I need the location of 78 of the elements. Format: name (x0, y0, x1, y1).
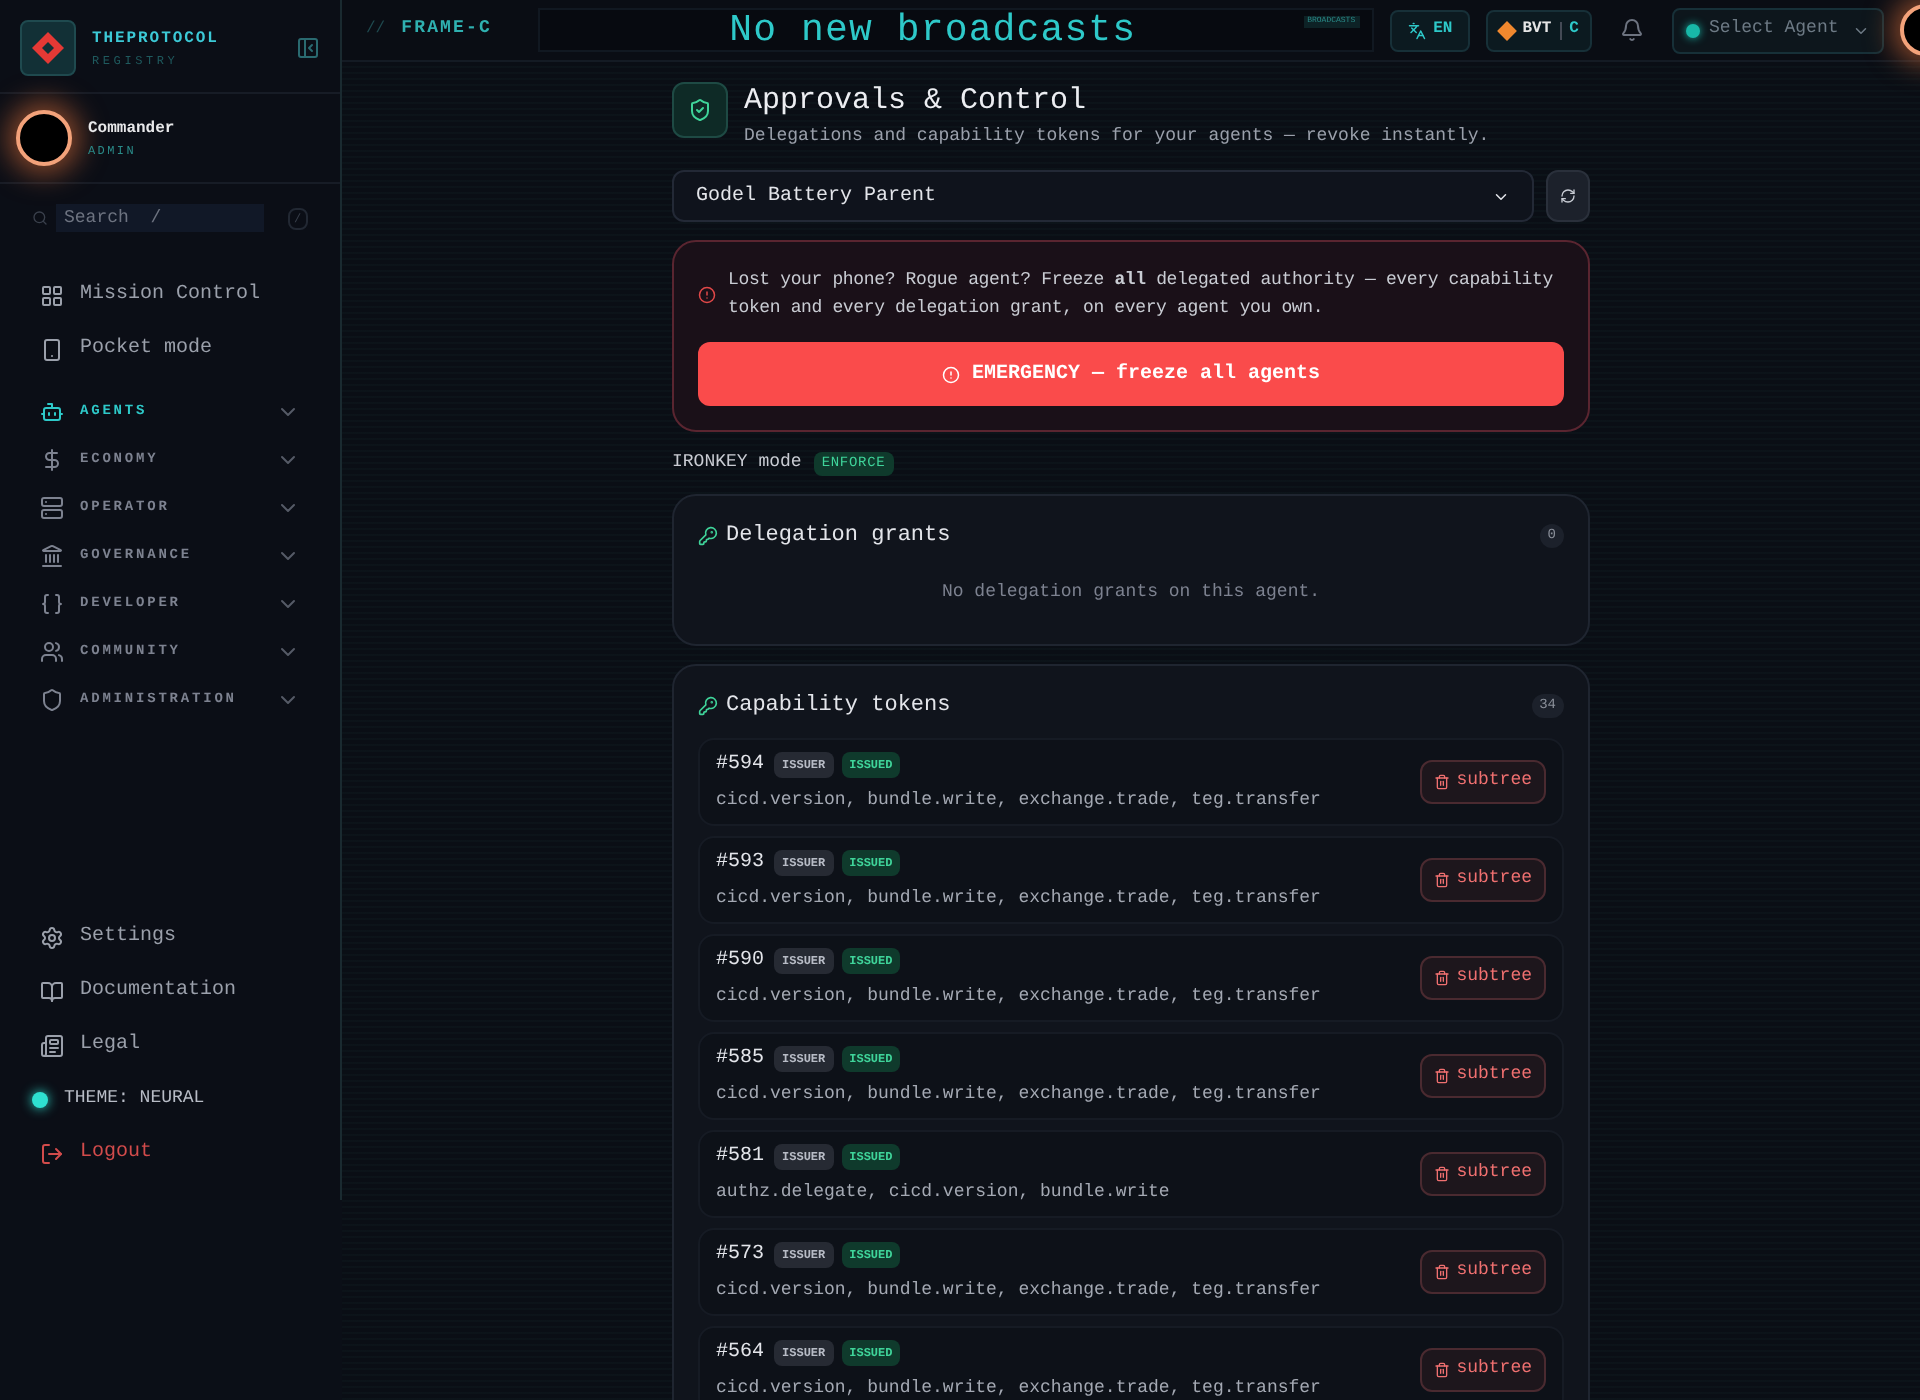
alert-icon (698, 285, 716, 303)
shield-icon (40, 688, 64, 712)
bank-icon (40, 544, 64, 568)
revoke-button[interactable]: subtree (1420, 1054, 1546, 1098)
trash-icon (1434, 1068, 1451, 1084)
agent-select[interactable]: Select Agent (1672, 7, 1885, 53)
trash-icon (1434, 1362, 1451, 1378)
revoke-button[interactable]: subtree (1420, 858, 1546, 902)
robot-icon (40, 400, 64, 424)
token-id: #573 (716, 1241, 765, 1270)
logout-icon (40, 1141, 64, 1165)
token-scopes: cicd.version, bundle.write, exchange.trade, teg.transfer (716, 1277, 1323, 1304)
shield-icon (672, 82, 728, 138)
trash-icon (1434, 774, 1451, 790)
trash-icon (1434, 1166, 1451, 1182)
notification-bell-icon[interactable] (1620, 18, 1645, 42)
refresh-icon (1560, 188, 1576, 204)
nav-item[interactable]: Documentation (0, 964, 340, 1018)
token-scopes: cicd.version, bundle.write, exchange.trade, teg.transfer (716, 1081, 1323, 1108)
language-button[interactable]: EN (1389, 9, 1471, 51)
search-icon (32, 210, 48, 226)
currency-button[interactable]: BVT C (1486, 9, 1593, 51)
trash-icon (1434, 872, 1451, 888)
collapse-icon[interactable] (296, 36, 320, 60)
page-subtitle: Delegations and capability tokens for your agents — revoke instantly. (744, 124, 1490, 150)
nav-item[interactable]: Mission Control (0, 268, 340, 322)
refresh-button[interactable] (1546, 170, 1590, 222)
avatar[interactable] (16, 110, 72, 166)
mode-label: IRONKEY mode (672, 450, 802, 476)
nav-item[interactable]: Pocket mode (0, 322, 340, 376)
frame-prefix: // (366, 18, 386, 42)
agent-dropdown[interactable]: Godel Battery Parent (672, 170, 1534, 222)
translate-icon (1407, 21, 1426, 39)
token-id: #593 (716, 849, 765, 878)
alert-icon (941, 365, 960, 383)
newspaper-icon (40, 1033, 64, 1057)
alert-text: Lost your phone? Rogue agent? Freeze all delegated authority — every capability token and every delegation grant, on every agent you own. (728, 268, 1555, 322)
trash-icon (1434, 1264, 1451, 1280)
token-scopes: authz.delegate, cicd.version, bundle.write (716, 1179, 1172, 1206)
token-id: #585 (716, 1045, 765, 1074)
section-title: Capability tokens (726, 691, 953, 721)
frame-label: FRAME-C (401, 16, 494, 43)
brand-title: THEPROTOCOL (92, 27, 221, 51)
token-scopes: cicd.version, bundle.write, exchange.trade, teg.transfer (716, 787, 1323, 814)
people-icon (40, 640, 64, 664)
logo-icon (20, 20, 76, 76)
theme-toggle[interactable]: THEME: NEURAL (0, 1072, 340, 1126)
token-id: #564 (716, 1339, 765, 1368)
revoke-button[interactable]: subtree (1420, 956, 1546, 1000)
dollar-icon (40, 448, 64, 472)
empty-message: No delegation grants on this agent. (939, 580, 1323, 606)
phone-icon (40, 337, 64, 361)
token-scopes: cicd.version, bundle.write, exchange.trade, teg.transfer (716, 885, 1323, 912)
revoke-button[interactable]: subtree (1420, 1348, 1546, 1392)
braces-icon (40, 592, 64, 616)
token-scopes: cicd.version, bundle.write, exchange.trade, teg.transfer (716, 983, 1323, 1010)
emergency-button[interactable]: EMERGENCY — freeze all agents (698, 342, 1564, 406)
settings-icon (40, 925, 64, 949)
token-id: #590 (716, 947, 765, 976)
revoke-button[interactable]: subtree (1420, 1152, 1546, 1196)
book-icon (40, 979, 64, 1003)
search-field[interactable]: Search / (56, 204, 264, 232)
token-id: #594 (716, 751, 765, 780)
nav-item[interactable]: Settings (0, 910, 340, 964)
grid-icon (40, 283, 64, 307)
server-icon (40, 496, 64, 520)
nav-item[interactable]: Legal (0, 1018, 340, 1072)
revoke-button[interactable]: subtree (1420, 760, 1546, 804)
revoke-button[interactable]: subtree (1420, 1250, 1546, 1294)
section-title: Delegation grants (726, 521, 953, 551)
key-icon (698, 525, 718, 546)
key-icon (698, 695, 718, 716)
user-name: Commander (88, 117, 175, 141)
token-id: #581 (716, 1143, 765, 1172)
trash-icon (1434, 970, 1451, 986)
logout-link[interactable]: Logout (0, 1126, 340, 1180)
token-scopes: cicd.version, bundle.write, exchange.trade, teg.transfer (716, 1375, 1323, 1400)
page-title: Approvals & Control (744, 82, 1089, 122)
